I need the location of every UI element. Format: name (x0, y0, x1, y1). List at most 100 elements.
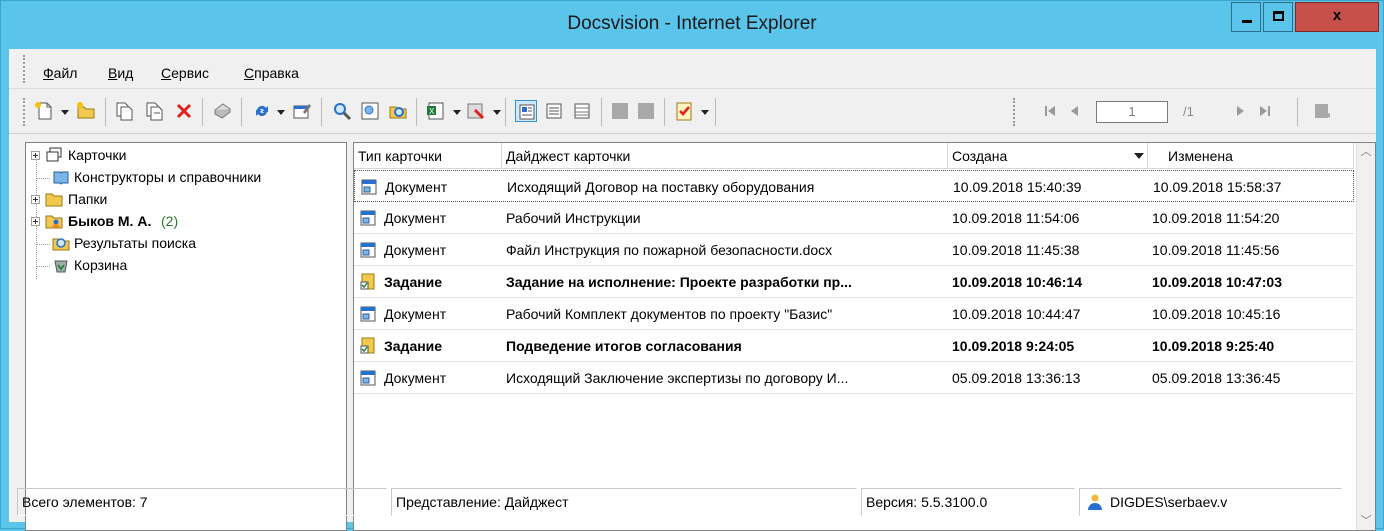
cell-modified: 10.09.2018 15:58:37 (1153, 179, 1282, 195)
navigation-tree[interactable]: Карточки Конструкторы и справочники Папк… (25, 142, 347, 531)
cell-digest: Задание на исполнение: Проекте разработк… (506, 274, 852, 290)
expand-icon[interactable] (31, 217, 40, 226)
close-icon: x (1332, 7, 1342, 24)
print-icon[interactable] (211, 100, 233, 122)
next-page-icon[interactable] (1229, 100, 1251, 122)
task-check-icon[interactable] (673, 100, 695, 122)
expand-icon[interactable] (31, 195, 40, 204)
column-header-digest[interactable]: Дайджест карточки (502, 143, 948, 169)
table-row[interactable]: Документ Исходящий Заключение экспертизы … (354, 362, 1354, 394)
pager-grip[interactable] (1013, 98, 1016, 126)
table-row[interactable]: Документ Файл Инструкция по пожарной безо… (354, 234, 1354, 266)
menu-file[interactable]: Файл (43, 65, 77, 81)
delete-icon[interactable] (173, 100, 195, 122)
column-header-created[interactable]: Создана (948, 143, 1148, 169)
window-title: Docsvision - Internet Explorer (567, 13, 817, 34)
user-icon (1088, 494, 1102, 510)
cell-type: Документ (384, 210, 447, 226)
last-page-icon[interactable] (1254, 100, 1276, 122)
tools-icon[interactable] (465, 100, 487, 122)
first-page-icon[interactable] (1039, 100, 1061, 122)
close-button[interactable]: x (1295, 2, 1379, 32)
menu-service[interactable]: Сервис (161, 65, 209, 81)
cell-modified: 10.09.2018 11:45:56 (1152, 242, 1280, 258)
title-bar[interactable]: Docsvision - Internet Explorer x (1, 1, 1383, 49)
view-table-icon[interactable] (571, 100, 593, 122)
user-folder-icon (45, 212, 63, 230)
toolbar-separator (505, 98, 506, 126)
table-row[interactable]: Задание Задание на исполнение: Проекте ра… (354, 266, 1354, 298)
new-folder-icon[interactable] (75, 100, 97, 122)
cell-created: 10.09.2018 11:54:06 (952, 210, 1080, 226)
card-list[interactable]: Тип карточки Дайджест карточки Создана И… (353, 142, 1376, 531)
status-total: Всего элементов: 7 (17, 488, 387, 516)
disabled-action-icon[interactable] (609, 100, 631, 122)
page-number-input[interactable]: 1 (1096, 101, 1168, 123)
toolbar-separator (241, 98, 242, 126)
task-dropdown[interactable] (701, 110, 709, 115)
export-dropdown[interactable] (453, 110, 461, 115)
cell-digest: Рабочий Комплект документов по проекту "… (506, 306, 833, 322)
cell-digest: Рабочий Инструкции (506, 210, 641, 226)
cell-digest: Подведение итогов согласования (506, 338, 742, 354)
search-icon[interactable] (331, 100, 353, 122)
page-total: /1 (1183, 104, 1194, 119)
properties-icon[interactable] (291, 100, 313, 122)
new-card-icon[interactable] (33, 100, 55, 122)
view-icon[interactable] (359, 100, 381, 122)
toolbar-separator (105, 98, 106, 126)
tree-connector (36, 153, 37, 279)
toolbar-separator (202, 98, 203, 126)
cell-modified: 10.09.2018 11:54:20 (1152, 210, 1280, 226)
cell-type: Документ (384, 242, 447, 258)
tree-connector (36, 266, 50, 267)
view-list-icon[interactable] (543, 100, 565, 122)
cell-digest: Исходящий Заключение экспертизы по догов… (506, 370, 849, 386)
tree-connector (36, 244, 50, 245)
prev-page-icon[interactable] (1064, 100, 1086, 122)
column-header-modified[interactable]: Изменена (1134, 143, 1354, 169)
exit-icon[interactable] (1311, 100, 1333, 122)
cell-created: 10.09.2018 10:46:14 (952, 274, 1082, 290)
cell-type: Задание (384, 274, 443, 290)
disabled-action-icon[interactable] (635, 100, 657, 122)
toolbar-separator (715, 98, 716, 126)
table-row[interactable]: Документ Исходящий Договор на поставку об… (354, 170, 1354, 202)
refresh-dropdown[interactable] (277, 110, 285, 115)
cell-modified: 10.09.2018 10:47:03 (1152, 274, 1282, 290)
status-view: Представление: Дайджест (391, 488, 857, 516)
menu-help[interactable]: Справка (244, 65, 299, 81)
copy-icon[interactable] (113, 100, 135, 122)
export-excel-icon[interactable]: X (425, 100, 447, 122)
scroll-up-icon[interactable]: ︿ (1357, 143, 1375, 161)
menu-grip[interactable] (23, 55, 26, 83)
cell-created: 10.09.2018 9:24:05 (952, 338, 1075, 354)
cell-type: Документ (384, 306, 447, 322)
table-row[interactable]: Задание Подведение итогов согласования 10.… (354, 330, 1354, 362)
search-folder-icon[interactable] (387, 100, 409, 122)
table-row[interactable]: Документ Рабочий Комплект документов по п… (354, 298, 1354, 330)
task-icon (359, 337, 377, 355)
expand-icon[interactable] (31, 151, 40, 160)
minimize-button[interactable] (1231, 2, 1261, 32)
paste-icon[interactable] (143, 100, 165, 122)
new-card-dropdown[interactable] (61, 110, 69, 115)
document-icon (359, 305, 377, 323)
toolbar-separator (1297, 98, 1298, 126)
menu-bar: Файл Вид Сервис Справка (9, 49, 1376, 89)
recycle-bin-icon (52, 256, 70, 274)
maximize-button[interactable] (1263, 2, 1293, 32)
table-row[interactable]: Документ Рабочий Инструкции 10.09.2018 11:… (354, 202, 1354, 234)
menu-view[interactable]: Вид (108, 65, 133, 81)
view-digest-icon[interactable] (515, 100, 537, 122)
unread-count: (2) (161, 213, 179, 229)
vertical-scrollbar[interactable]: ︿ ﹀ (1356, 143, 1375, 530)
toolbar-grip[interactable] (23, 98, 26, 126)
refresh-icon[interactable] (251, 100, 273, 122)
column-header-type[interactable]: Тип карточки (354, 143, 502, 169)
tools-dropdown[interactable] (493, 110, 501, 115)
document-icon (359, 241, 377, 259)
cards-icon (45, 146, 63, 164)
cell-modified: 10.09.2018 9:25:40 (1152, 338, 1275, 354)
app-window: Docsvision - Internet Explorer x Файл Ви… (0, 0, 1384, 531)
